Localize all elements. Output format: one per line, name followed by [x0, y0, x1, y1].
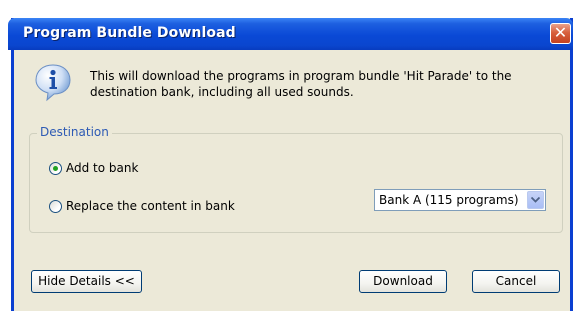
radio-add-to-bank[interactable]: Add to bank — [49, 161, 138, 175]
hide-details-button[interactable]: Hide Details << — [31, 270, 142, 293]
close-button[interactable]: ✕ — [550, 23, 571, 44]
radio-replace-content[interactable]: Replace the content in bank — [49, 199, 235, 213]
download-button[interactable]: Download — [359, 270, 447, 293]
chevron-down-icon[interactable] — [527, 191, 544, 209]
bank-select[interactable]: Bank A (115 programs) — [374, 189, 546, 211]
dialog-message: This will download the programs in progr… — [90, 69, 512, 99]
destination-groupbox — [29, 133, 563, 233]
radio-replace-unchecked-icon[interactable] — [49, 199, 62, 213]
radio-replace-label: Replace the content in bank — [66, 199, 235, 213]
radio-add-checked-icon[interactable] — [49, 161, 62, 175]
close-icon: ✕ — [553, 23, 568, 42]
title-bar[interactable]: Program Bundle Download ✕ — [8, 18, 573, 50]
destination-legend: Destination — [37, 125, 112, 139]
bank-select-value: Bank A (115 programs) — [379, 193, 519, 207]
info-icon — [33, 62, 73, 102]
dialog-title: Program Bundle Download — [23, 25, 236, 41]
cancel-button[interactable]: Cancel — [472, 270, 560, 293]
radio-add-label: Add to bank — [66, 161, 139, 175]
